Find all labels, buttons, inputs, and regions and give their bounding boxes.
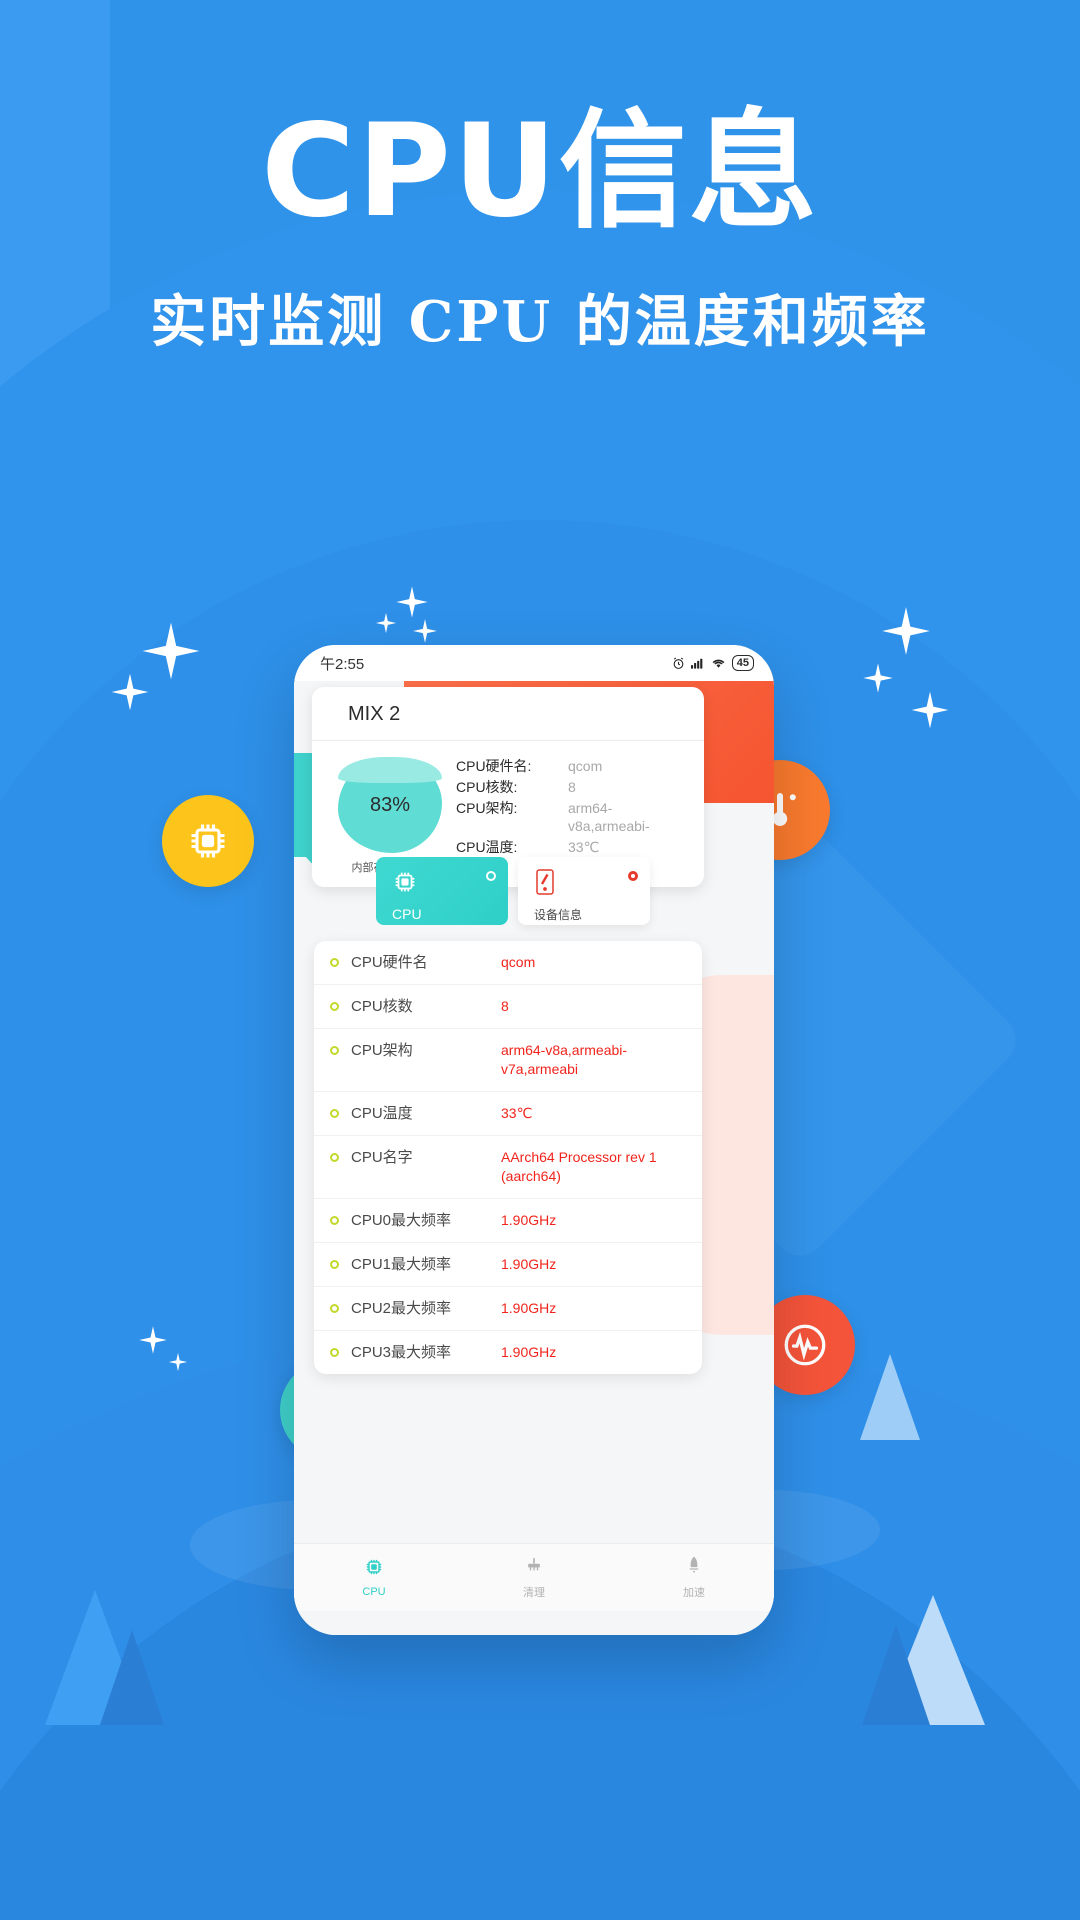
bullet-icon bbox=[330, 1260, 339, 1269]
row-key: CPU2最大频率 bbox=[351, 1300, 452, 1317]
device-info-icon bbox=[534, 869, 556, 899]
cpu-info-list: CPU硬件名 qcom CPU核数 8 CPU架构 arm64-v8a,arme… bbox=[314, 941, 702, 1374]
gauge-percent: 83% bbox=[369, 793, 411, 816]
spec-value: 33℃ bbox=[568, 839, 600, 855]
bullet-icon bbox=[330, 1348, 339, 1357]
nav-label: 加速 bbox=[683, 1587, 705, 1599]
nav-label: CPU bbox=[362, 1586, 386, 1598]
sparkle-icon bbox=[110, 672, 150, 712]
list-item[interactable]: CPU3最大频率 1.90GHz bbox=[314, 1331, 702, 1374]
spec-key: CPU核数: bbox=[456, 779, 518, 795]
bullet-icon bbox=[330, 1153, 339, 1162]
tab-status-dot bbox=[486, 871, 496, 881]
page-subtitle: 实时监测 CPU 的温度和频率 bbox=[150, 289, 930, 356]
pulse-wave-icon bbox=[780, 1320, 830, 1370]
nav-item-clean[interactable]: 清理 bbox=[454, 1544, 614, 1611]
sparkle-icon bbox=[862, 662, 894, 694]
spec-row: CPU架构: arm64-v8a,armeabi- bbox=[456, 799, 692, 835]
chip-badge bbox=[162, 795, 254, 887]
row-value: 1.90GHz bbox=[501, 1300, 557, 1316]
row-value: AArch64 Processor rev 1 (aarch64) bbox=[501, 1149, 657, 1184]
triangle-right-upper bbox=[860, 1354, 920, 1440]
bullet-icon bbox=[330, 1216, 339, 1225]
triangle-left-small bbox=[100, 1630, 164, 1725]
row-key: CPU名字 bbox=[351, 1149, 413, 1166]
bottom-navigation: CPU 清理 加速 bbox=[294, 1543, 774, 1611]
bullet-icon bbox=[330, 1046, 339, 1055]
tab-device-info[interactable]: 设备信息 bbox=[518, 857, 650, 925]
sparkle-icon bbox=[138, 1325, 168, 1355]
spec-value: qcom bbox=[568, 758, 603, 774]
cpu-chip-icon bbox=[186, 819, 230, 863]
spec-value: arm64-v8a,armeabi- bbox=[568, 800, 650, 834]
nav-item-boost[interactable]: 加速 bbox=[614, 1544, 774, 1611]
row-value: arm64-v8a,armeabi-v7a,armeabi bbox=[501, 1042, 628, 1077]
alarm-icon bbox=[672, 657, 685, 670]
list-item[interactable]: CPU2最大频率 1.90GHz bbox=[314, 1287, 702, 1331]
row-value: qcom bbox=[501, 954, 536, 970]
bullet-icon bbox=[330, 1002, 339, 1011]
bullet-icon bbox=[330, 1304, 339, 1313]
spec-row: CPU温度: 33℃ bbox=[456, 838, 692, 856]
row-value: 1.90GHz bbox=[501, 1256, 557, 1272]
bullet-icon bbox=[330, 1109, 339, 1118]
list-item[interactable]: CPU温度 33℃ bbox=[314, 1092, 702, 1136]
rocket-icon bbox=[684, 1555, 704, 1580]
bullet-icon bbox=[330, 958, 339, 967]
spec-key: CPU架构: bbox=[456, 800, 518, 816]
device-name: MIX 2 bbox=[312, 687, 704, 741]
status-time: 午2:55 bbox=[320, 655, 365, 673]
row-value: 1.90GHz bbox=[501, 1212, 557, 1228]
list-item[interactable]: CPU核数 8 bbox=[314, 985, 702, 1029]
broom-icon bbox=[524, 1555, 544, 1580]
sparkle-icon bbox=[880, 605, 932, 657]
list-item[interactable]: CPU0最大频率 1.90GHz bbox=[314, 1199, 702, 1243]
row-key: CPU0最大频率 bbox=[351, 1212, 452, 1229]
spec-key: CPU温度: bbox=[456, 839, 518, 855]
header: CPU信息 实时监测 CPU 的温度和频率 bbox=[0, 0, 1080, 358]
cpu-chip-icon bbox=[392, 872, 418, 899]
spec-key: CPU硬件名: bbox=[456, 758, 532, 774]
phone-mockup: 午2:55 45 MIX 2 83% CPU硬件名: qcom CPU核数: 8… bbox=[294, 645, 774, 1635]
row-key: CPU3最大频率 bbox=[351, 1344, 452, 1361]
battery-level: 45 bbox=[736, 657, 749, 669]
tab-label: CPU bbox=[392, 906, 422, 922]
signal-icon bbox=[690, 657, 705, 669]
sparkle-icon bbox=[375, 612, 397, 634]
phone-screen: 午2:55 45 MIX 2 83% CPU硬件名: qcom CPU核数: 8… bbox=[294, 645, 774, 1635]
status-bar: 午2:55 45 bbox=[294, 645, 774, 681]
list-item[interactable]: CPU架构 arm64-v8a,armeabi-v7a,armeabi bbox=[314, 1029, 702, 1092]
tab-cpu[interactable]: CPU bbox=[376, 857, 508, 925]
list-item[interactable]: CPU硬件名 qcom bbox=[314, 941, 702, 985]
sparkle-icon bbox=[168, 1352, 188, 1372]
row-key: CPU1最大频率 bbox=[351, 1256, 452, 1273]
row-key: CPU架构 bbox=[351, 1042, 413, 1059]
tab-label: 设备信息 bbox=[534, 908, 583, 922]
battery-icon: 45 bbox=[731, 655, 754, 671]
row-value: 33℃ bbox=[501, 1105, 533, 1121]
spec-row: CPU硬件名: qcom bbox=[456, 757, 692, 775]
wifi-icon bbox=[711, 657, 726, 669]
triangle-right-small bbox=[862, 1625, 930, 1725]
status-icons: 45 bbox=[672, 655, 754, 671]
sparkle-icon bbox=[395, 585, 429, 619]
row-key: CPU温度 bbox=[351, 1105, 413, 1122]
tab-status-dot bbox=[628, 871, 638, 881]
tab-bar: CPU 设备信息 bbox=[294, 857, 774, 925]
row-value: 8 bbox=[501, 998, 509, 1014]
spec-value: 8 bbox=[568, 779, 576, 795]
nav-label: 清理 bbox=[523, 1587, 545, 1599]
row-key: CPU核数 bbox=[351, 998, 413, 1015]
list-item[interactable]: CPU名字 AArch64 Processor rev 1 (aarch64) bbox=[314, 1136, 702, 1199]
nav-item-cpu[interactable]: CPU bbox=[294, 1544, 454, 1611]
cpu-chip-icon bbox=[364, 1557, 384, 1582]
page-title: CPU信息 bbox=[261, 97, 819, 246]
storage-gauge: 83% bbox=[338, 757, 442, 853]
row-value: 1.90GHz bbox=[501, 1344, 557, 1360]
spec-row: CPU核数: 8 bbox=[456, 778, 692, 796]
row-key: CPU硬件名 bbox=[351, 954, 428, 971]
sparkle-icon bbox=[910, 690, 950, 730]
sparkle-icon bbox=[412, 618, 438, 644]
list-item[interactable]: CPU1最大频率 1.90GHz bbox=[314, 1243, 702, 1287]
